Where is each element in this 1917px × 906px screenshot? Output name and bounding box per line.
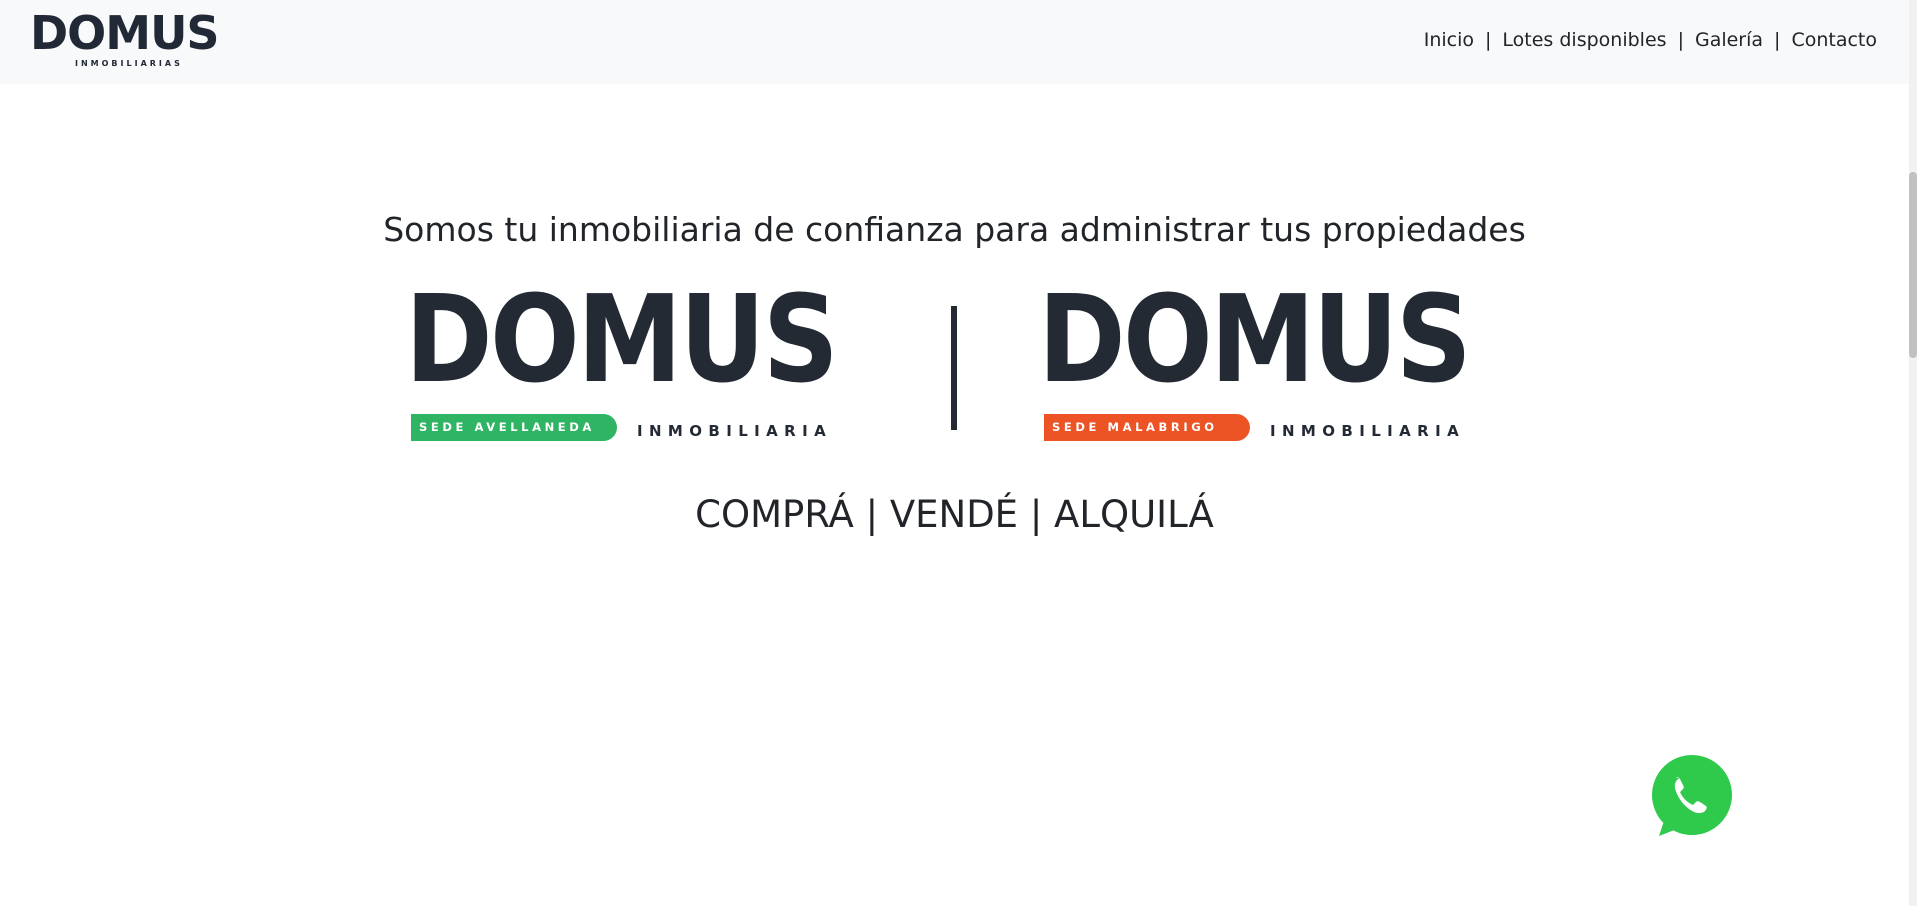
- brand-wordmark: DOMUS: [405, 271, 839, 410]
- navbar: DOMUS INMOBILIARIAS Inicio | Lotes dispo…: [0, 0, 1909, 84]
- sede-badge-malabrigo: SEDE MALABRIGO: [1044, 414, 1250, 441]
- hero-tagline: Somos tu inmobiliaria de confianza para …: [383, 210, 1526, 249]
- scrollbar-thumb[interactable]: [1909, 172, 1917, 358]
- brand-logo-malabrigo: DOMUS SEDE MALABRIGO INMOBILIARIA: [1038, 281, 1499, 443]
- brand-wordmark: DOMUS: [1038, 271, 1472, 410]
- nav-separator: |: [1774, 29, 1781, 51]
- scrollbar[interactable]: [1909, 0, 1917, 906]
- whatsapp-icon: [1652, 755, 1732, 836]
- brand-divider: [951, 306, 957, 430]
- nav-separator: |: [1677, 29, 1684, 51]
- nav-link-inicio[interactable]: Inicio: [1424, 29, 1474, 51]
- site-logo[interactable]: DOMUS INMOBILIARIAS: [30, 6, 230, 72]
- whatsapp-button[interactable]: [1649, 754, 1734, 839]
- brand-logo-avellaneda: DOMUS SEDE AVELLANEDA INMOBILIARIA: [405, 281, 866, 443]
- sede-badge-avellaneda: SEDE AVELLANEDA: [411, 414, 617, 441]
- nav-link-contacto[interactable]: Contacto: [1791, 29, 1877, 51]
- nav-link-lotes-disponibles[interactable]: Lotes disponibles: [1502, 29, 1666, 51]
- logo-subtitle: INMOBILIARIAS: [75, 59, 183, 68]
- brand-subtitle: INMOBILIARIA: [1270, 422, 1466, 440]
- logo-wordmark: DOMUS: [30, 6, 220, 60]
- nav-links: Inicio | Lotes disponibles | Galería | C…: [1424, 29, 1877, 51]
- nav-link-galeria[interactable]: Galería: [1695, 29, 1763, 51]
- brand-subtitle: INMOBILIARIA: [637, 422, 833, 440]
- services-cta: COMPRÁ | VENDÉ | ALQUILÁ: [695, 493, 1214, 536]
- nav-separator: |: [1485, 29, 1492, 51]
